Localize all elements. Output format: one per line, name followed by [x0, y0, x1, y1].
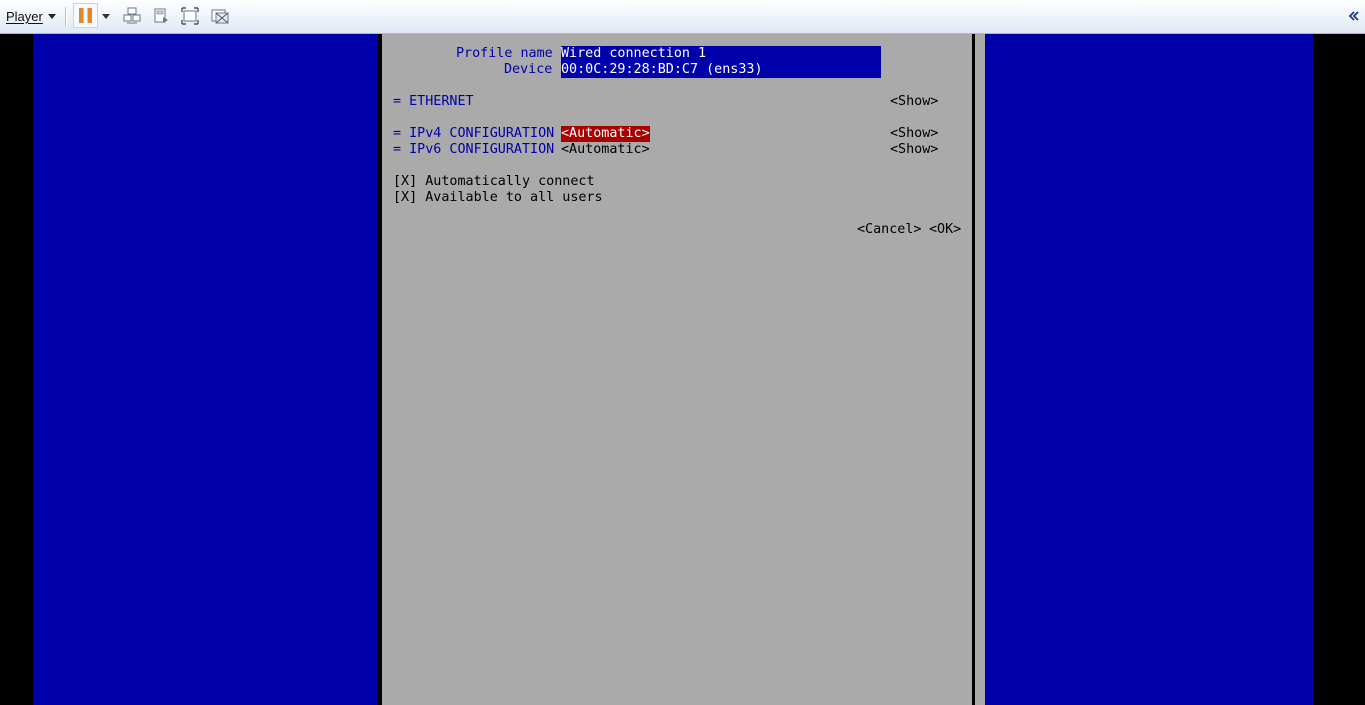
auto-connect-checkbox[interactable]: [X] Automatically connect [393, 174, 595, 190]
pause-icon [79, 8, 92, 23]
send-ctrl-alt-del-button[interactable] [122, 6, 142, 26]
ipv4-section-label: = IPv4 CONFIGURATION [393, 126, 555, 141]
ipv6-section-label: = IPv6 CONFIGURATION [393, 142, 555, 157]
vm-screen[interactable]: Profile name Wired connection 1 Device 0… [0, 34, 1365, 705]
ipv4-show-button[interactable]: <Show> [890, 126, 938, 142]
profile-name-value: Wired connection 1 [561, 46, 707, 61]
fullscreen-button[interactable] [180, 6, 200, 26]
collapse-toolbar-icon [1348, 11, 1359, 21]
player-dropdown-icon [47, 14, 56, 19]
fullscreen-icon [181, 7, 199, 25]
ipv6-method-select[interactable]: <Automatic> [561, 142, 650, 158]
ethernet-section-label: = ETHERNET [393, 94, 474, 109]
player-menu[interactable]: Player [6, 8, 56, 25]
ipv6-show-button[interactable]: <Show> [890, 142, 938, 158]
player-toolbar: Player [0, 0, 1365, 34]
pause-dropdown-icon [102, 13, 110, 19]
toolbar-separator [65, 7, 66, 27]
pause-dropdown-button[interactable] [100, 10, 112, 22]
removable-devices-button[interactable] [151, 6, 171, 26]
player-menu-label: Player [6, 9, 43, 24]
pause-button[interactable] [73, 3, 98, 28]
ok-button[interactable]: <OK> [929, 222, 961, 238]
background-left [33, 34, 378, 705]
cancel-button[interactable]: <Cancel> [857, 222, 922, 238]
dialog-shadow-right [975, 34, 985, 705]
device-value: 00:0C:29:28:BD:C7 (ens33) [561, 62, 763, 77]
collapse-toolbar-button[interactable] [1345, 7, 1363, 25]
unity-button[interactable] [210, 6, 230, 26]
all-users-checkbox[interactable]: [X] Available to all users [393, 190, 603, 206]
background-right [985, 34, 1313, 705]
removable-devices-icon [154, 8, 168, 23]
device-label: Device [504, 62, 553, 77]
ethernet-show-button[interactable]: <Show> [890, 94, 938, 110]
unity-icon [211, 9, 229, 24]
ipv4-method-select[interactable]: <Automatic> [561, 126, 650, 142]
send-ctrl-alt-del-icon [123, 7, 141, 24]
profile-name-label: Profile name [456, 46, 553, 61]
